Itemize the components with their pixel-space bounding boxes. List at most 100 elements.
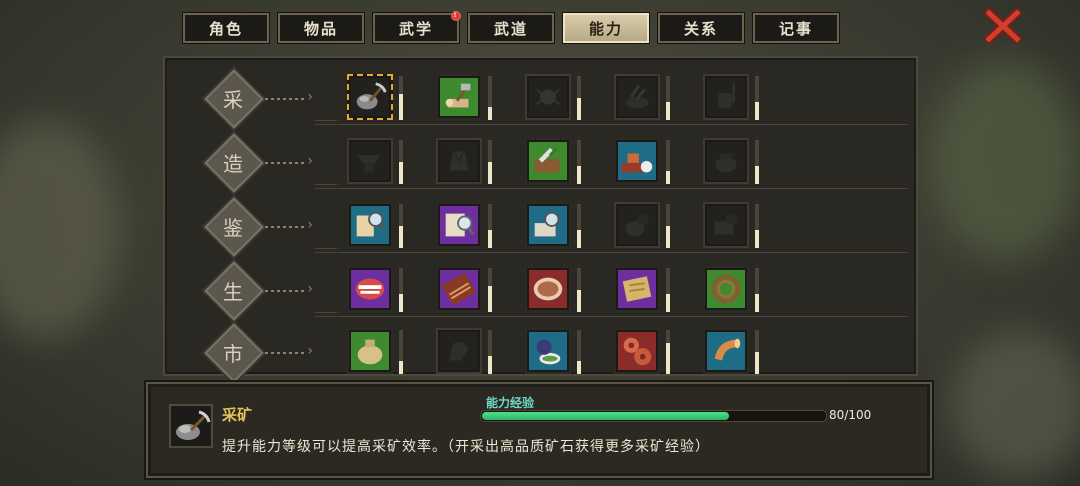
skill-level-bar [399,140,403,184]
ability-slot[interactable] [436,74,482,120]
ability-slot[interactable] [436,138,482,184]
exp-value: 80/100 [829,408,872,422]
category-badge: 造 [204,133,264,193]
connector-arrow [265,153,313,169]
mouth-icon [355,278,385,300]
skill-level-fill [488,162,492,184]
skill-level-bar [577,330,581,374]
connector-arrow [265,217,313,233]
skill-level-fill [577,230,581,248]
skill-level-bar [399,268,403,312]
ability-slot[interactable] [614,138,660,184]
skill-level-fill [755,102,759,120]
ability-description: 提升能力等级可以提高采矿效率。（开采出高品质矿石获得更多采矿经验） [222,439,710,455]
tab-6[interactable]: 记事 [752,12,840,44]
skill-level-bar [399,76,403,120]
ability-slot[interactable] [703,202,749,248]
tab-5[interactable]: 关系 [657,12,745,44]
ability-slot[interactable] [703,138,749,184]
close-icon[interactable] [985,9,1021,43]
exp-label: 能力经验 [486,396,535,410]
skill-level-bar [755,140,759,184]
skill-level-bar [666,140,670,184]
ability-slot[interactable] [436,266,482,312]
ability-slot[interactable] [614,328,660,374]
abacus-icon [441,272,477,306]
tab-2[interactable]: 武学! [372,11,461,44]
ability-slot[interactable] [347,202,393,248]
spider-icon [535,88,561,106]
ability-row: 鉴 [165,192,916,257]
hand-icon [449,341,469,361]
ability-slot[interactable] [614,74,660,120]
ability-row: 造 [165,128,916,193]
tab-4[interactable]: 能力 [562,12,650,44]
tab-label: 关系 [683,19,718,38]
tab-label: 角色 [208,19,243,38]
skill-level-fill [577,361,581,374]
ability-slot[interactable] [614,266,660,312]
ability-slot[interactable] [703,266,749,312]
skill-level-bar [399,330,403,374]
skill-level-bar [488,140,492,184]
ability-slot[interactable] [436,328,482,374]
row-divider [315,248,908,253]
row-divider [315,312,908,317]
ability-slot[interactable] [525,328,571,374]
skill-level-fill [399,94,403,120]
axe-log-icon [445,83,471,108]
skill-level-bar [755,268,759,312]
skill-level-fill [577,98,581,120]
tab-3[interactable]: 武道 [467,12,555,44]
ability-slot[interactable] [347,328,393,374]
ability-slot[interactable] [347,138,393,184]
skill-level-bar [577,268,581,312]
ability-slot[interactable] [703,74,749,120]
skill-level-fill [488,286,492,312]
row-divider [315,184,908,189]
skill-level-fill [399,294,403,312]
ability-slot[interactable] [525,138,571,184]
ability-grid-panel: 采造鉴生市 [163,56,918,383]
ability-slot[interactable] [347,266,393,312]
skill-level-fill [755,230,759,248]
skill-level-fill [488,356,492,374]
skill-level-bar [488,268,492,312]
skill-level-fill [666,102,670,120]
appraise-chest-icon [534,211,560,237]
appraise-book-icon [445,213,475,237]
category-badge: 市 [204,323,264,383]
ability-slot[interactable] [436,202,482,248]
ability-slot[interactable] [703,328,749,374]
skill-level-fill [755,166,759,184]
tab-1[interactable]: 物品 [277,12,365,44]
ability-row: 采 [165,64,916,129]
alchemy-table-icon [621,153,653,173]
tab-label: 能力 [588,19,623,38]
skill-level-fill [488,107,492,120]
connector-arrow [265,343,313,359]
skill-level-fill [755,352,759,374]
skill-level-fill [666,294,670,312]
tab-0[interactable]: 角色 [182,12,270,44]
gourd-bowl-icon [536,339,561,365]
connector-arrow [265,89,313,105]
anvil-icon [356,155,380,173]
ability-slot[interactable] [525,202,571,248]
ability-slot[interactable] [347,74,393,120]
skill-level-bar [488,76,492,120]
ability-slot[interactable] [525,266,571,312]
cleaver-board-icon [534,146,560,173]
skill-level-bar [577,204,581,248]
background-blur [0,120,120,340]
skill-level-bar [577,76,581,120]
exp-progress-bar [480,410,827,422]
category-label: 市 [223,341,243,366]
map-scroll-icon [622,276,652,302]
skill-level-bar [399,204,403,248]
horn-icon [714,338,741,361]
ability-slot[interactable] [614,202,660,248]
ability-info-panel: 采矿 能力经验 80/100 提升能力等级可以提高采矿效率。（开采出高品质矿石获… [146,382,932,478]
ability-slot[interactable] [525,74,571,120]
appraise-pot-icon [625,213,649,237]
